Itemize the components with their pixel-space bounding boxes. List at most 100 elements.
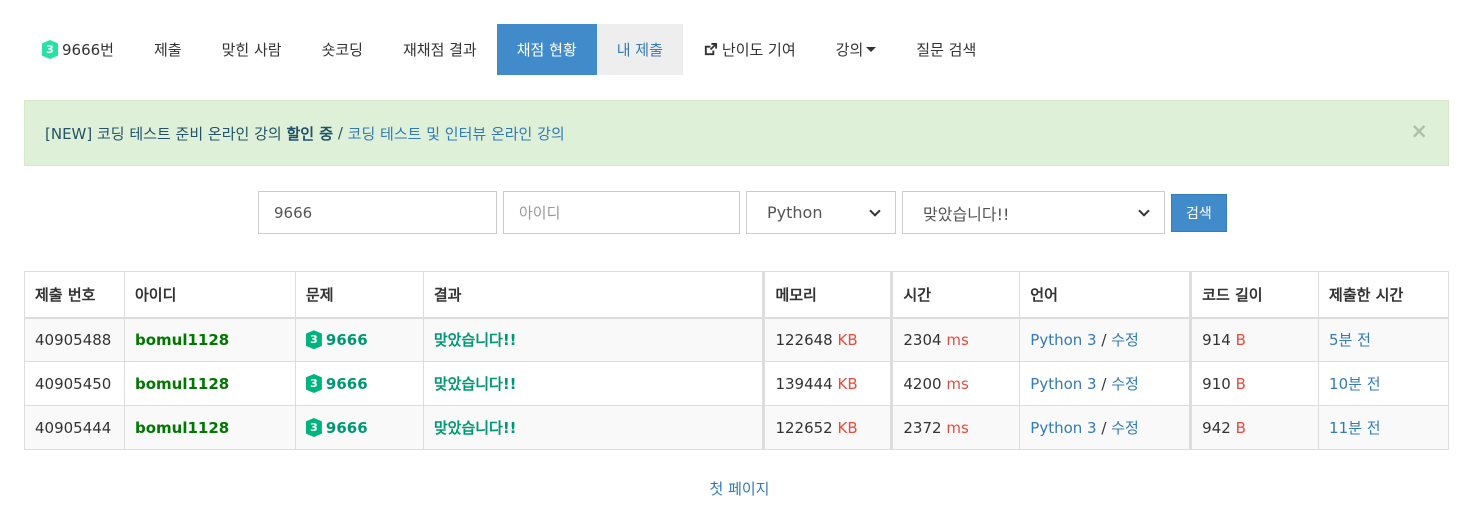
promo-link-discount[interactable]: [NEW] 코딩 테스트 준비 온라인 강의 할인 중 <box>45 123 333 144</box>
tab-my-submissions[interactable]: 내 제출 <box>596 24 683 75</box>
chevron-down-icon <box>1138 204 1150 217</box>
header-language: 언어 <box>1019 271 1192 319</box>
problem-number: 9666 <box>325 330 368 349</box>
header-result: 결과 <box>422 271 765 319</box>
tier-badge-icon: 3 <box>305 418 322 437</box>
submitted-time-link[interactable]: 10분 전 <box>1329 375 1380 393</box>
cell-language: Python 3 / 수정 <box>1019 361 1192 406</box>
cell-language: Python 3 / 수정 <box>1019 405 1192 450</box>
tab-lecture-label: 강의 <box>835 41 864 59</box>
length-value: 914 <box>1202 330 1231 349</box>
edit-link[interactable]: 수정 <box>1111 331 1139 349</box>
memory-value: 122652 <box>775 418 833 437</box>
header-time: 시간 <box>890 271 1021 319</box>
promo-link-interview[interactable]: 코딩 테스트 및 인터뷰 온라인 강의 <box>348 123 565 144</box>
edit-link[interactable]: 수정 <box>1111 375 1139 393</box>
first-page-link[interactable]: 첫 페이지 <box>710 480 770 498</box>
memory-value: 122648 <box>775 330 833 349</box>
language-select[interactable]: Python <box>746 191 896 234</box>
time-value: 2304 <box>903 330 942 349</box>
submitted-time-link[interactable]: 5분 전 <box>1329 331 1371 349</box>
memory-unit: KB <box>837 418 858 437</box>
cell-code-length: 914 B <box>1189 317 1320 362</box>
problem-link[interactable]: 3 9666 <box>305 418 413 437</box>
tab-difficulty-label: 난이도 기여 <box>721 41 796 59</box>
cell-submission-id: 40905450 <box>24 361 125 406</box>
table-header-row: 제출 번호 아이디 문제 결과 메모리 시간 언어 코드 길이 제출한 시간 <box>24 271 1449 319</box>
time-value: 2372 <box>903 418 942 437</box>
header-submission-id: 제출 번호 <box>24 271 125 319</box>
memory-value: 139444 <box>775 374 833 393</box>
cell-memory: 139444 KB <box>762 361 893 406</box>
memory-unit: KB <box>837 330 858 349</box>
cell-code-length: 942 B <box>1189 405 1320 450</box>
cell-time: 2372 ms <box>890 405 1021 450</box>
table-row: 40905488 bomul1128 3 9666 맞았습니다!! 122648 … <box>24 317 1449 362</box>
user-link[interactable]: bomul1128 <box>135 419 229 437</box>
tab-short-coding[interactable]: 숏코딩 <box>302 24 383 75</box>
time-unit: ms <box>946 330 969 349</box>
cell-submission-id: 40905444 <box>24 405 125 450</box>
tab-question-search[interactable]: 질문 검색 <box>896 24 996 75</box>
tab-rejudge-results[interactable]: 재채점 결과 <box>383 24 497 75</box>
cell-submission-id: 40905488 <box>24 317 125 362</box>
problem-link[interactable]: 3 9666 <box>305 374 413 393</box>
status-table: 제출 번호 아이디 문제 결과 메모리 시간 언어 코드 길이 제출한 시간 4… <box>24 271 1449 450</box>
cell-time: 2304 ms <box>890 317 1021 362</box>
cell-code-length: 910 B <box>1189 361 1320 406</box>
user-id-input[interactable] <box>503 191 740 234</box>
cell-memory: 122652 KB <box>762 405 893 450</box>
language-link[interactable]: Python 3 <box>1030 419 1096 437</box>
pagination: 첫 페이지 <box>0 478 1479 499</box>
user-link[interactable]: bomul1128 <box>135 331 229 349</box>
cell-language: Python 3 / 수정 <box>1019 317 1192 362</box>
close-icon[interactable]: × <box>1410 121 1428 142</box>
time-unit: ms <box>946 374 969 393</box>
table-row: 40905444 bomul1128 3 9666 맞았습니다!! 122652 … <box>24 405 1449 450</box>
result-text: 맞았습니다!! <box>433 331 517 350</box>
length-value: 910 <box>1202 374 1231 393</box>
tab-lecture[interactable]: 강의 <box>816 24 897 75</box>
result-select-value: 맞았습니다!! <box>923 204 1010 224</box>
tab-status[interactable]: 채점 현황 <box>496 24 597 75</box>
length-unit: B <box>1235 418 1246 437</box>
length-value: 942 <box>1202 418 1231 437</box>
status-search-form: Python 맞았습니다!! 검색 <box>258 191 1227 234</box>
header-problem: 문제 <box>294 271 424 319</box>
submitted-time-link[interactable]: 11분 전 <box>1329 419 1380 437</box>
promo-separator: / <box>333 124 348 142</box>
header-memory: 메모리 <box>762 271 893 319</box>
tab-problem[interactable]: 3 9666번 <box>24 24 134 75</box>
problem-id-input[interactable] <box>258 191 497 234</box>
tab-problem-label: 9666번 <box>62 41 114 59</box>
result-select[interactable]: 맞았습니다!! <box>902 191 1165 234</box>
search-button[interactable]: 검색 <box>1171 194 1227 232</box>
user-link[interactable]: bomul1128 <box>135 375 229 393</box>
result-text: 맞았습니다!! <box>433 375 517 393</box>
problem-link[interactable]: 3 9666 <box>305 330 413 350</box>
tab-accepted-users[interactable]: 맞힌 사람 <box>202 24 302 75</box>
problem-number: 9666 <box>325 418 368 437</box>
header-code-length: 코드 길이 <box>1189 271 1320 319</box>
cell-time: 4200 ms <box>890 361 1021 406</box>
tab-submit[interactable]: 제출 <box>134 24 202 75</box>
time-unit: ms <box>946 418 969 437</box>
external-link-icon <box>704 42 717 56</box>
length-unit: B <box>1235 330 1246 349</box>
promo-bold-text: 할인 중 <box>286 124 334 143</box>
tier-badge-icon: 3 <box>305 374 322 393</box>
table-row: 40905450 bomul1128 3 9666 맞았습니다!! 139444 … <box>24 361 1449 406</box>
language-link[interactable]: Python 3 <box>1030 375 1096 393</box>
tab-difficulty[interactable]: 난이도 기여 <box>683 24 816 75</box>
cell-memory: 122648 KB <box>762 317 893 362</box>
edit-link[interactable]: 수정 <box>1111 419 1139 437</box>
language-select-value: Python <box>767 203 823 222</box>
language-link[interactable]: Python 3 <box>1030 331 1096 349</box>
promo-alert: [NEW] 코딩 테스트 준비 온라인 강의 할인 중 / 코딩 테스트 및 인… <box>24 100 1449 166</box>
problem-nav-tabs: 3 9666번 제출 맞힌 사람 숏코딩 재채점 결과 채점 현황 내 제출 난… <box>24 24 996 75</box>
length-unit: B <box>1235 374 1246 393</box>
chevron-down-icon <box>869 204 881 217</box>
result-text: 맞았습니다!! <box>433 419 517 437</box>
tier-badge-icon: 3 <box>305 330 322 350</box>
header-user: 아이디 <box>123 271 296 319</box>
